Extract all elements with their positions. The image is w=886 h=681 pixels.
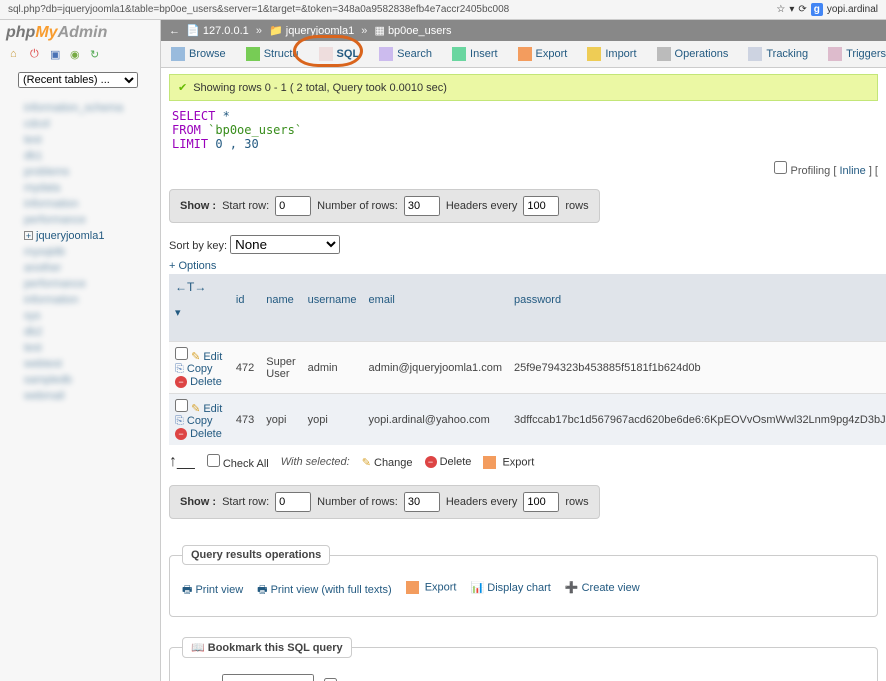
expand-icon[interactable]: + <box>24 231 33 240</box>
db-tree-item-active[interactable]: +jqueryjoomla1 <box>6 228 154 244</box>
success-message: ✔Showing rows 0 - 1 ( 2 total, Query too… <box>169 74 878 101</box>
search-icon <box>379 47 393 61</box>
delete-link[interactable]: Delete <box>190 376 222 388</box>
google-search-badge[interactable]: g <box>811 3 823 16</box>
export-button[interactable]: Export <box>483 456 534 469</box>
bookmark-star-icon[interactable]: ☆ <box>776 4 785 15</box>
tab-tracking[interactable]: Tracking <box>738 41 818 67</box>
home-icon[interactable]: ⌂ <box>10 48 24 62</box>
display-chart-link[interactable]: 📊 Display chart <box>470 581 550 600</box>
tab-import[interactable]: Import <box>577 41 646 67</box>
print-view-link[interactable]: 🖶 Print view <box>182 581 243 600</box>
edit-icon: ✎ <box>362 457 371 469</box>
breadcrumb-table[interactable]: bp0oe_users <box>388 25 452 37</box>
table-row[interactable]: ✎ Edit ⎘ Copy − Delete 473 yopi yopi yop… <box>169 394 886 446</box>
col-username[interactable]: username <box>302 274 363 342</box>
export-icon <box>483 456 496 469</box>
col-id[interactable]: id <box>230 274 260 342</box>
tab-triggers[interactable]: Triggers <box>818 41 886 67</box>
browse-icon <box>171 47 185 61</box>
reload-nav-icon[interactable]: ↻ <box>90 48 104 62</box>
check-all-checkbox[interactable] <box>207 454 220 467</box>
breadcrumb-db[interactable]: jqueryjoomla1 <box>286 25 354 37</box>
export-icon <box>406 581 419 594</box>
profiling-checkbox[interactable] <box>774 161 787 174</box>
tab-sql[interactable]: SQL <box>309 41 370 67</box>
bookmark-share-checkbox[interactable] <box>324 678 337 681</box>
delete-icon: − <box>175 428 187 440</box>
create-view-link[interactable]: ➕ Create view <box>565 581 640 600</box>
delete-link[interactable]: Delete <box>190 428 222 440</box>
pagination-controls-bottom: Show : Start row: Number of rows: Header… <box>169 485 600 519</box>
tab-structure[interactable]: Structu <box>236 41 309 67</box>
breadcrumb: ← 📄 127.0.0.1 » 📁 jqueryjoomla1 » ▦ bp0o… <box>161 20 886 41</box>
reload-icon[interactable]: ⟳ <box>798 4 806 15</box>
import-icon <box>587 47 601 61</box>
results-table: ←T→ ▾ id name username email password us… <box>169 274 886 445</box>
tracking-icon <box>748 47 762 61</box>
row-checkbox[interactable] <box>175 399 188 412</box>
with-selected-label: With selected: <box>281 456 350 468</box>
print-full-link[interactable]: 🖶 Print view (with full texts) <box>257 581 391 600</box>
recent-tables-select[interactable]: (Recent tables) ... <box>18 72 138 88</box>
num-rows-input[interactable] <box>404 492 440 512</box>
query-display: SELECT * FROM `bp0oe_users` LIMIT 0 , 30 <box>172 109 878 151</box>
start-row-input[interactable] <box>275 492 311 512</box>
col-email[interactable]: email <box>363 274 508 342</box>
triggers-icon <box>828 47 842 61</box>
tab-search[interactable]: Search <box>369 41 442 67</box>
query-window-icon[interactable]: ▣ <box>50 48 64 62</box>
db-tree[interactable]: information_schema cdcol test db1 proble… <box>0 96 160 408</box>
copy-icon: ⎘ <box>175 363 184 375</box>
edit-link[interactable]: Edit <box>203 351 222 363</box>
export-link[interactable]: Export <box>406 581 457 600</box>
check-icon: ✔ <box>178 82 187 94</box>
edit-icon: ✎ <box>191 351 200 363</box>
copy-link[interactable]: Copy <box>187 363 213 375</box>
tab-operations[interactable]: Operations <box>647 41 739 67</box>
bookmark-query-box: 📖 Bookmark this SQL query Label: Let eve… <box>169 637 878 681</box>
bookmark-label-input[interactable] <box>222 674 314 681</box>
tab-insert[interactable]: Insert <box>442 41 508 67</box>
query-results-operations: Query results operations 🖶 Print view 🖶 … <box>169 545 878 617</box>
delete-icon: − <box>425 456 437 468</box>
structure-icon <box>246 47 260 61</box>
edit-link[interactable]: Edit <box>203 403 222 415</box>
operations-icon <box>657 47 671 61</box>
headers-every-input[interactable] <box>523 196 559 216</box>
col-name[interactable]: name <box>260 274 301 342</box>
tab-export[interactable]: Export <box>508 41 578 67</box>
row-checkbox[interactable] <box>175 347 188 360</box>
sort-label: Sort by key: <box>169 240 227 252</box>
edit-icon: ✎ <box>191 403 200 415</box>
options-toggle[interactable]: + Options <box>169 260 216 272</box>
logout-icon[interactable]: ⏻ <box>30 48 44 62</box>
docs-icon[interactable]: ◉ <box>70 48 84 62</box>
tabs: Browse Structu SQL Search Insert Export … <box>161 41 886 68</box>
delete-button[interactable]: − Delete <box>425 456 472 468</box>
tab-browse[interactable]: Browse <box>161 41 236 67</box>
sql-icon <box>319 47 333 61</box>
col-password[interactable]: password <box>508 274 886 342</box>
address-bar[interactable]: sql.php?db=jqueryjoomla1&table=bp0oe_use… <box>8 4 770 15</box>
breadcrumb-server[interactable]: 127.0.0.1 <box>203 25 249 37</box>
num-rows-input[interactable] <box>404 196 440 216</box>
arrow-up-icon: ↑__ <box>169 453 195 471</box>
pagination-controls-top: Show : Start row: Number of rows: Header… <box>169 189 600 223</box>
phpmyadmin-logo: phpMyAdmin <box>0 20 160 46</box>
dropdown-icon[interactable]: ▾ <box>789 4 794 15</box>
copy-icon: ⎘ <box>175 415 184 427</box>
table-row[interactable]: ✎ Edit ⎘ Copy − Delete 472 Super User ad… <box>169 342 886 394</box>
export-icon <box>518 47 532 61</box>
search-text: yopi.ardinal <box>827 4 878 15</box>
headers-every-input[interactable] <box>523 492 559 512</box>
inline-link[interactable]: Inline <box>839 165 865 177</box>
copy-link[interactable]: Copy <box>187 415 213 427</box>
start-row-input[interactable] <box>275 196 311 216</box>
delete-icon: − <box>175 376 187 388</box>
sort-key-select[interactable]: None <box>230 235 340 254</box>
insert-icon <box>452 47 466 61</box>
sort-arrows-icon[interactable]: ←T→ <box>175 280 206 294</box>
change-button[interactable]: ✎ Change <box>362 456 413 469</box>
